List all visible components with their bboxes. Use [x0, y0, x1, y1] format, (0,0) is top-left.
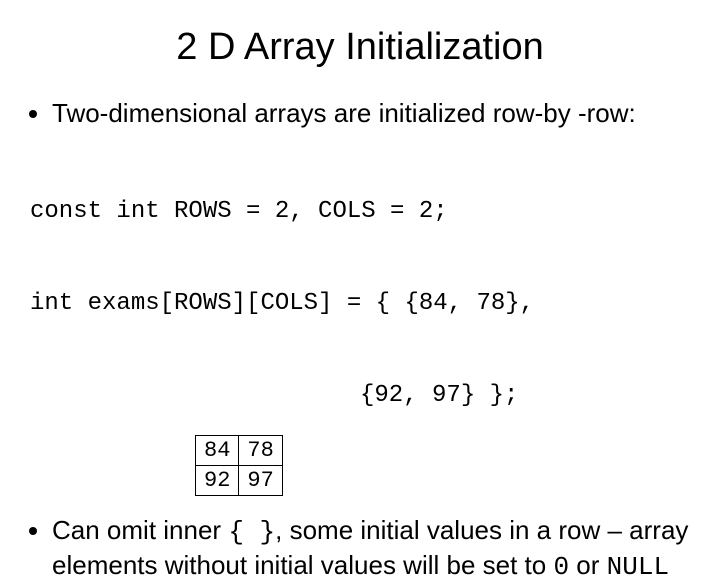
brace-literal: { } — [228, 517, 275, 547]
table-row: 92 97 — [196, 466, 283, 496]
text-part-3: or — [569, 550, 607, 580]
text-part-1: Can omit inner — [52, 515, 228, 545]
cell-0-1: 78 — [239, 436, 282, 466]
null-literal: NULL — [607, 552, 669, 582]
bullet-item-1: Two-dimensional arrays are initialized r… — [52, 97, 690, 130]
array-table: 84 78 92 97 — [195, 435, 283, 496]
code-line-1: const int ROWS = 2, COLS = 2; — [30, 197, 690, 228]
code-block: const int ROWS = 2, COLS = 2; int exams[… — [30, 136, 690, 474]
bullet-list-2: Can omit inner { }, some initial values … — [30, 514, 690, 583]
cell-1-0: 92 — [196, 466, 239, 496]
zero-literal: 0 — [553, 552, 569, 582]
code-line-3: {92, 97} }; — [30, 381, 690, 412]
cell-1-1: 97 — [239, 466, 282, 496]
bullet-item-2: Can omit inner { }, some initial values … — [52, 514, 690, 583]
code-line-2: int exams[ROWS][COLS] = { {84, 78}, — [30, 289, 690, 320]
array-table-wrap: 84 78 92 97 — [195, 435, 690, 496]
slide: 2 D Array Initialization Two-dimensional… — [0, 0, 720, 540]
table-row: 84 78 — [196, 436, 283, 466]
slide-title: 2 D Array Initialization — [30, 26, 690, 69]
bullet-list: Two-dimensional arrays are initialized r… — [30, 97, 690, 130]
cell-0-0: 84 — [196, 436, 239, 466]
